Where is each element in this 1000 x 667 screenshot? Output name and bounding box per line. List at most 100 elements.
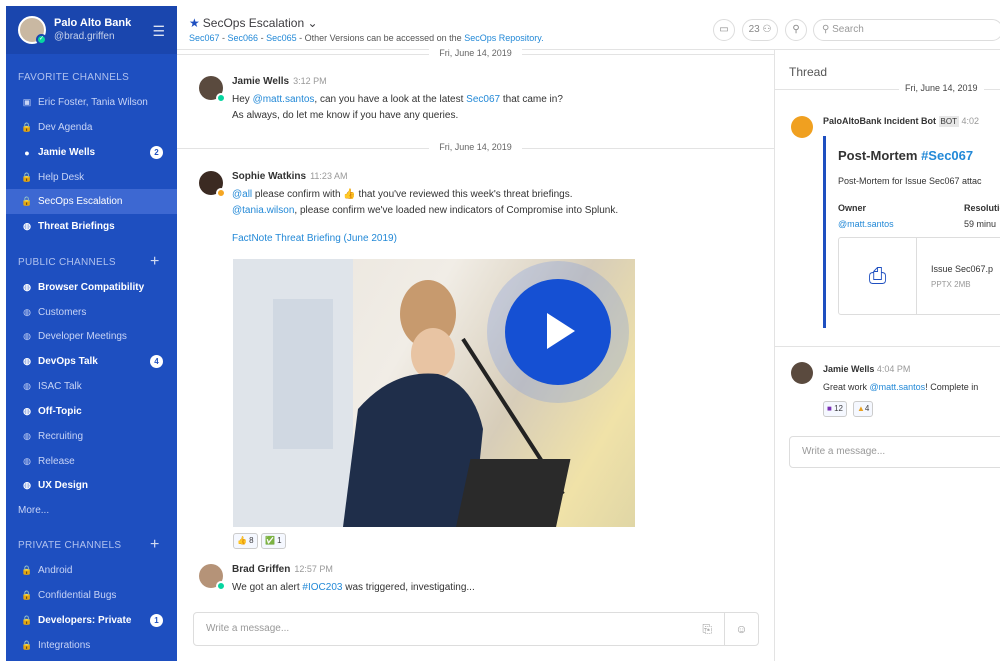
file-attachment[interactable]: ⎙ Issue Sec067.p PPTX 2MB [838,237,1000,315]
sidebar-item-integrations[interactable]: 🔒 Integrations [6,633,177,658]
resolution-label: Resolutio [964,203,1000,213]
title-text: Post-Mortem [838,148,922,163]
online-status-icon: ✓ [36,34,47,45]
reaction-2[interactable]: ▲4 [853,401,874,417]
section-title: PRIVATE CHANNELS [18,540,122,551]
attachment-card: Post-Mortem #Sec067 Post-Mortem for Issu… [823,136,1000,328]
post-time[interactable]: 4:02 [962,116,980,126]
post-text: Hey @matt.santos, can you have a look at… [232,94,762,122]
text-segment: , can you have a look at the latest [314,94,467,105]
emoji-icon[interactable]: ☺ [724,613,758,645]
channel-title[interactable]: ★ SecOps Escalation ⌄ [189,16,318,30]
avatar [199,171,226,198]
sec067-link[interactable]: #Sec067 [921,148,973,163]
date-label: Fri, June 14, 2019 [429,142,522,152]
mention-link[interactable]: @matt.santos [253,94,315,105]
add-public-channel-icon[interactable]: + [150,253,160,271]
channel-purpose: Sec067 - Sec066 - Sec065 - Other Version… [189,33,544,43]
owner-label: Owner [838,203,867,213]
chevron-down-icon[interactable]: ⌄ [308,16,318,30]
video-call-icon[interactable]: ▭ [713,19,735,41]
post-author[interactable]: Jamie Wells [232,76,289,87]
sidebar: ✓ Palo Alto Bank @brad.griffen ☰ FAVORIT… [6,6,177,661]
post-time[interactable]: 12:57 PM [294,564,333,574]
team-header[interactable]: ✓ Palo Alto Bank @brad.griffen ☰ [6,6,177,54]
post-author[interactable]: PaloAltoBank Incident Bot [823,116,936,126]
avatar [199,76,226,103]
sidebar-item-release[interactable]: ◍ Release [6,449,177,474]
sidebar-item-recruiting[interactable]: ◍ Recruiting [6,424,177,449]
sec067-link[interactable]: Sec067 [466,94,500,105]
sidebar-item-off-topic[interactable]: ◍ Off-Topic [6,399,177,424]
mention-link[interactable]: @all [232,189,252,200]
briefing-link[interactable]: FactNote Threat Briefing (June 2019) [232,233,762,245]
sidebar-item-eric-tania[interactable]: ▣ Eric Foster, Tania Wilson [6,90,177,115]
lock-icon: 🔒 [21,590,33,600]
reaction-count: 12 [834,404,843,413]
mention-link[interactable]: @tania.wilson [232,205,294,216]
post-author[interactable]: Sophie Watkins [232,171,306,182]
video-player[interactable] [233,259,635,527]
message-input[interactable]: Write a message... ⎘ ☺ [193,612,759,646]
more-channels-link[interactable]: More... [6,498,177,523]
mention-link[interactable]: @matt.santos [870,382,926,392]
sidebar-item-label: Browser Compatibility [38,282,145,293]
link-sec067[interactable]: Sec067 [189,33,220,43]
resolution-value: 59 minu [964,219,997,229]
add-private-channel-icon[interactable]: + [150,536,160,554]
sidebar-item-help-desk[interactable]: 🔒 Help Desk [6,165,177,190]
sidebar-item-developer-meetings[interactable]: ◍ Developer Meetings [6,324,177,349]
sidebar-item-label: SecOps Escalation [38,196,123,207]
reaction-1[interactable]: ■ 12 [823,401,847,417]
text-segment: , please confirm we've loaded new indica… [294,205,619,216]
sidebar-item-secops-escalation[interactable]: 🔒 SecOps Escalation [6,189,177,214]
sidebar-item-developers-private[interactable]: 🔒 Developers: Private 1 [6,608,177,633]
sidebar-item-label: Jamie Wells [38,147,96,158]
reaction-check[interactable]: ✅ 1 [261,533,286,549]
lock-icon: 🔒 [21,640,33,650]
unread-badge: 2 [150,146,163,159]
sidebar-item-jamie-wells[interactable]: ● Jamie Wells 2 [6,140,177,165]
pin-icon[interactable]: ⚲ [785,19,807,41]
attachment-icon[interactable]: ⎘ [702,613,712,645]
globe-icon: ◍ [23,356,31,366]
reaction-thumbs-up[interactable]: 👍 8 [233,533,258,549]
search-input[interactable]: ⚲ Search [813,19,1000,41]
link-sec066[interactable]: Sec066 [228,33,259,43]
star-icon[interactable]: ★ [189,16,200,30]
globe-icon: ◍ [23,331,31,341]
members-button[interactable]: 23 ⚇ [742,19,778,41]
post-time[interactable]: 11:23 AM [310,171,347,181]
sidebar-item-label: Threat Briefings [38,221,115,232]
owner-value[interactable]: @matt.santos [838,219,894,229]
public-channels-header: PUBLIC CHANNELS + [18,253,159,270]
link-secops-repository[interactable]: SecOps Repository. [464,33,543,43]
sidebar-item-browser-compatibility[interactable]: ◍ Browser Compatibility [6,275,177,300]
online-status-icon [216,581,226,591]
link-sec065[interactable]: Sec065 [266,33,297,43]
post-time[interactable]: 3:12 PM [293,76,327,86]
reaction-emoji-icon: ■ [827,404,832,413]
divider [775,346,1000,347]
sidebar-item-devops-talk[interactable]: ◍ DevOps Talk 4 [6,349,177,374]
sidebar-item-ux-design[interactable]: ◍ UX Design [6,473,177,498]
sidebar-item-label: Integrations [38,640,91,651]
sidebar-item-label: Android [38,565,73,576]
post-time[interactable]: 4:04 PM [877,364,911,374]
post-author[interactable]: Jamie Wells [823,364,874,374]
sidebar-item-confidential-bugs[interactable]: 🔒 Confidential Bugs [6,583,177,608]
play-icon[interactable] [505,279,611,385]
sidebar-item-customers[interactable]: ◍ Customers [6,300,177,325]
thread-reply-input[interactable]: Write a message... [789,436,1000,468]
sidebar-item-label: Eric Foster, Tania Wilson [38,97,148,108]
search-icon: ⚲ [822,24,830,35]
sidebar-item-threat-briefings[interactable]: ◍ Threat Briefings [6,214,177,239]
post-author[interactable]: Brad Griffen [232,564,290,575]
unread-badge: 4 [150,355,163,368]
post-text: We got an alert #IOC203 was triggered, i… [232,582,762,594]
sidebar-item-dev-agenda[interactable]: 🔒 Dev Agenda [6,115,177,140]
sidebar-item-isac-talk[interactable]: ◍ ISAC Talk [6,374,177,399]
hamburger-menu-icon[interactable]: ☰ [152,23,165,40]
hashtag-link[interactable]: #IOC203 [302,582,342,593]
sidebar-item-android[interactable]: 🔒 Android [6,558,177,583]
